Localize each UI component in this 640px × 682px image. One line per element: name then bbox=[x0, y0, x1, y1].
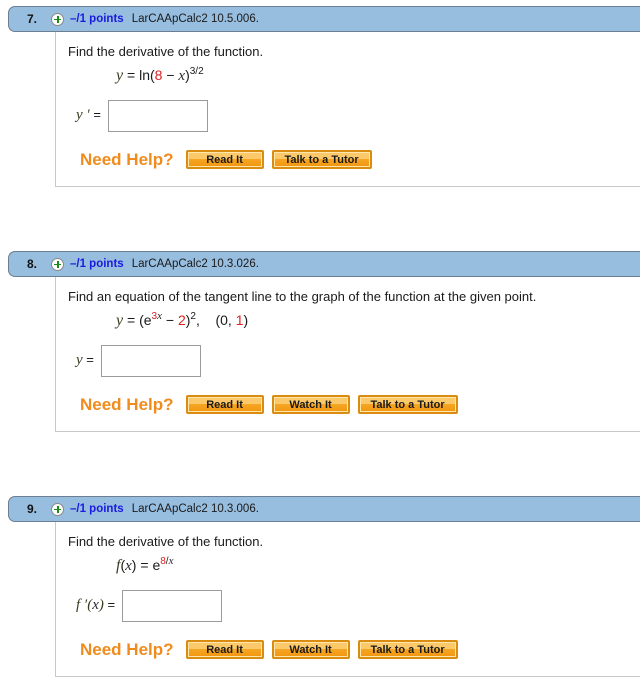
question-prompt-7: Find the derivative of the function. bbox=[68, 44, 264, 59]
question-reference-8: LarCAApCalc2 10.3.026. bbox=[131, 258, 259, 270]
question-header-9: 9. –/1 points LarCAApCalc2 10.3.006. bbox=[8, 496, 640, 522]
question-header-7: 7. –/1 points LarCAApCalc2 10.5.006. bbox=[8, 6, 640, 32]
need-help-label-8: Need Help? bbox=[80, 394, 174, 414]
plus-circle-icon[interactable] bbox=[51, 502, 64, 516]
question-header-8: 8. –/1 points LarCAApCalc2 10.3.026. bbox=[8, 251, 640, 277]
watch-it-button-9[interactable]: Watch It bbox=[271, 640, 350, 660]
assignment-page: 7. –/1 points LarCAApCalc2 10.5.006. Fin… bbox=[0, 0, 640, 682]
question-number-7: 7. bbox=[26, 12, 37, 26]
answer-label-7: y ′ = bbox=[76, 107, 101, 124]
need-help-label-7: Need Help? bbox=[80, 149, 174, 169]
question-reference-9: LarCAApCalc2 10.3.006. bbox=[131, 503, 259, 515]
plus-circle-icon[interactable] bbox=[51, 12, 64, 26]
question-prompt-9: Find the derivative of the function. bbox=[68, 534, 264, 549]
help-row-7: Need Help? Read It Talk to a Tutor bbox=[80, 150, 640, 170]
watch-it-button-8[interactable]: Watch It bbox=[271, 395, 350, 415]
need-help-label-9: Need Help? bbox=[80, 639, 174, 659]
question-number-8: 8. bbox=[26, 257, 37, 271]
read-it-button-9[interactable]: Read It bbox=[185, 640, 264, 660]
question-body-7: Find the derivative of the function. y =… bbox=[55, 32, 640, 187]
answer-label-8: y = bbox=[76, 352, 94, 369]
read-it-button-7[interactable]: Read It bbox=[185, 150, 264, 170]
answer-input-7[interactable] bbox=[107, 99, 208, 132]
question-body-9: Find the derivative of the function. f(x… bbox=[55, 522, 640, 677]
question-reference-7: LarCAApCalc2 10.5.006. bbox=[131, 13, 259, 25]
answer-input-8[interactable] bbox=[100, 344, 201, 377]
help-row-8: Need Help? Read It Watch It Talk to a Tu… bbox=[80, 395, 640, 415]
talk-to-a-tutor-button-7[interactable]: Talk to a Tutor bbox=[271, 150, 372, 170]
question-block-7: 7. –/1 points LarCAApCalc2 10.5.006. Fin… bbox=[0, 6, 640, 187]
question-prompt-8: Find an equation of the tangent line to … bbox=[68, 289, 537, 304]
answer-row-8: y = bbox=[76, 344, 640, 377]
question-points-9: –/1 points bbox=[70, 503, 124, 515]
question-block-9: 9. –/1 points LarCAApCalc2 10.3.006. Fin… bbox=[0, 496, 640, 677]
plus-circle-icon[interactable] bbox=[51, 257, 64, 271]
talk-to-a-tutor-button-9[interactable]: Talk to a Tutor bbox=[357, 640, 458, 660]
question-number-9: 9. bbox=[26, 502, 37, 516]
question-block-8: 8. –/1 points LarCAApCalc2 10.3.026. Fin… bbox=[0, 251, 640, 432]
question-points-7: –/1 points bbox=[70, 13, 124, 25]
question-equation-7: y = ln(8 − x)3/2 bbox=[116, 66, 204, 85]
answer-input-9[interactable] bbox=[122, 589, 223, 622]
question-equation-9: f(x) = e8/x bbox=[116, 555, 174, 575]
answer-row-9: f ′(x) = bbox=[76, 589, 640, 622]
question-points-8: –/1 points bbox=[70, 258, 124, 270]
answer-row-7: y ′ = bbox=[76, 99, 640, 132]
question-body-8: Find an equation of the tangent line to … bbox=[55, 277, 640, 432]
answer-label-9: f ′(x) = bbox=[76, 597, 116, 614]
question-equation-8: y = (e3x − 2)2, (0, 1) bbox=[116, 310, 249, 330]
talk-to-a-tutor-button-8[interactable]: Talk to a Tutor bbox=[357, 395, 458, 415]
read-it-button-8[interactable]: Read It bbox=[185, 395, 264, 415]
help-row-9: Need Help? Read It Watch It Talk to a Tu… bbox=[80, 640, 640, 660]
